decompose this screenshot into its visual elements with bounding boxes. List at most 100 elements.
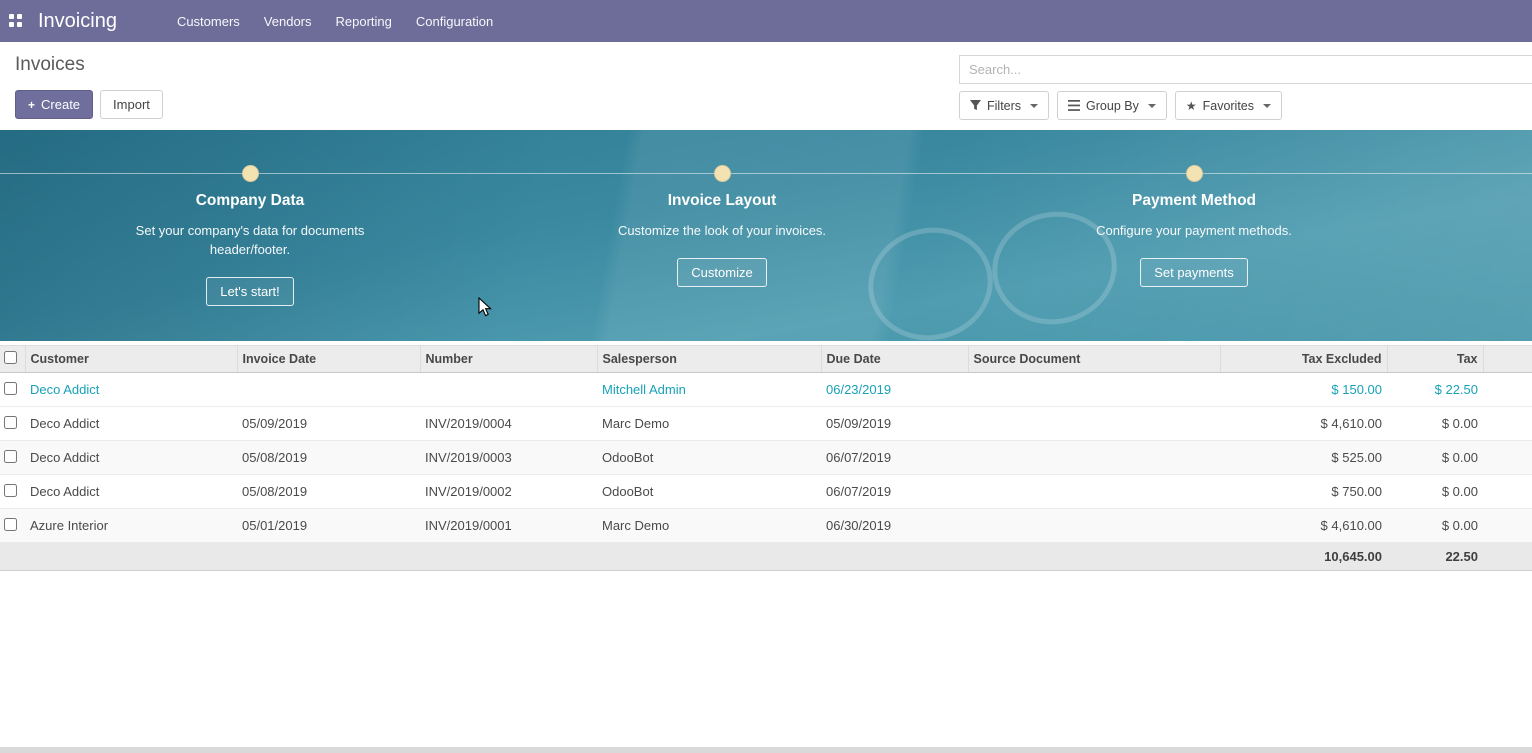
cell-number[interactable]: INV/2019/0002 [420,475,597,509]
apps-icon-square [9,14,14,19]
cell-salesperson[interactable]: Marc Demo [597,407,821,441]
row-checkbox[interactable] [4,382,17,395]
cell-tax-excluded[interactable]: $ 525.00 [1220,441,1387,475]
cell-salesperson[interactable]: Mitchell Admin [597,373,821,407]
cell-due-date[interactable]: 06/23/2019 [821,373,968,407]
cell-customer[interactable]: Deco Addict [25,475,237,509]
table-row[interactable]: Deco Addict Mitchell Admin 06/23/2019 $ … [0,373,1532,407]
cell-tax-excluded[interactable]: $ 4,610.00 [1220,407,1387,441]
search-panel: Filters Group By ★ Favorites [959,55,1532,120]
total-tax: 22.50 [1387,543,1483,571]
cell-tax-excluded[interactable]: $ 150.00 [1220,373,1387,407]
step-title: Invoice Layout [562,192,882,210]
cell-extra [1483,441,1532,475]
footer-extra [1483,543,1532,571]
cell-source-document[interactable] [968,509,1220,543]
cell-tax[interactable]: $ 22.50 [1387,373,1483,407]
cell-customer[interactable]: Deco Addict [25,441,237,475]
row-checkbox[interactable] [4,416,17,429]
table-footer-row: 10,645.00 22.50 [0,543,1532,571]
cell-tax-excluded[interactable]: $ 750.00 [1220,475,1387,509]
cell-select [0,509,25,543]
row-checkbox[interactable] [4,518,17,531]
column-invoice-date[interactable]: Invoice Date [237,346,420,373]
cell-due-date[interactable]: 05/09/2019 [821,407,968,441]
cell-select [0,407,25,441]
step-title: Payment Method [1034,192,1354,210]
import-button-label: Import [113,97,150,112]
select-all-checkbox[interactable] [4,351,17,364]
column-salesperson[interactable]: Salesperson [597,346,821,373]
cell-number[interactable]: INV/2019/0001 [420,509,597,543]
table-row[interactable]: Azure Interior 05/01/2019 INV/2019/0001 … [0,509,1532,543]
create-button[interactable]: + Create [15,90,93,119]
cell-tax[interactable]: $ 0.00 [1387,441,1483,475]
menu-customers[interactable]: Customers [165,2,252,41]
cell-source-document[interactable] [968,373,1220,407]
cell-source-document[interactable] [968,441,1220,475]
cell-number[interactable] [420,373,597,407]
cell-invoice-date[interactable]: 05/08/2019 [237,475,420,509]
cell-extra [1483,475,1532,509]
import-button[interactable]: Import [100,90,163,119]
group-by-label: Group By [1086,99,1139,113]
cell-salesperson[interactable]: OdooBot [597,441,821,475]
row-checkbox[interactable] [4,450,17,463]
cell-invoice-date[interactable] [237,373,420,407]
star-icon: ★ [1186,99,1197,113]
search-input[interactable] [959,55,1532,84]
column-tax[interactable]: Tax [1387,346,1483,373]
menu-vendors[interactable]: Vendors [252,2,324,41]
apps-menu-icon[interactable] [9,14,23,28]
invoice-table: Customer Invoice Date Number Salesperson… [0,345,1532,571]
cell-invoice-date[interactable]: 05/01/2019 [237,509,420,543]
row-checkbox[interactable] [4,484,17,497]
filters-dropdown[interactable]: Filters [959,91,1049,120]
cell-invoice-date[interactable]: 05/09/2019 [237,407,420,441]
group-by-icon [1068,100,1080,111]
cell-invoice-date[interactable]: 05/08/2019 [237,441,420,475]
step-description: Customize the look of your invoices. [605,222,840,241]
menu-reporting[interactable]: Reporting [324,2,404,41]
onboarding-step-dot [714,165,731,182]
cell-tax[interactable]: $ 0.00 [1387,509,1483,543]
set-payments-button[interactable]: Set payments [1140,258,1248,287]
total-tax-excluded: 10,645.00 [1220,543,1387,571]
apps-icon-square [17,22,22,27]
cell-customer[interactable]: Azure Interior [25,509,237,543]
cell-tax[interactable]: $ 0.00 [1387,407,1483,441]
customize-button[interactable]: Customize [677,258,766,287]
table-row[interactable]: Deco Addict 05/08/2019 INV/2019/0003 Odo… [0,441,1532,475]
horizontal-scrollbar[interactable] [0,747,1532,753]
cell-source-document[interactable] [968,407,1220,441]
column-due-date[interactable]: Due Date [821,346,968,373]
column-tax-excluded[interactable]: Tax Excluded [1220,346,1387,373]
menu-configuration[interactable]: Configuration [404,2,505,41]
cell-tax-excluded[interactable]: $ 4,610.00 [1220,509,1387,543]
cell-select [0,441,25,475]
column-number[interactable]: Number [420,346,597,373]
cell-number[interactable]: INV/2019/0003 [420,441,597,475]
favorites-dropdown[interactable]: ★ Favorites [1175,91,1282,120]
cell-due-date[interactable]: 06/07/2019 [821,475,968,509]
table-row[interactable]: Deco Addict 05/09/2019 INV/2019/0004 Mar… [0,407,1532,441]
group-by-dropdown[interactable]: Group By [1057,91,1167,120]
step-description: Configure your payment methods. [1077,222,1312,241]
column-customer[interactable]: Customer [25,346,237,373]
cell-tax[interactable]: $ 0.00 [1387,475,1483,509]
filters-label: Filters [987,99,1021,113]
lets-start-button[interactable]: Let's start! [206,277,294,306]
cell-salesperson[interactable]: OdooBot [597,475,821,509]
cell-due-date[interactable]: 06/30/2019 [821,509,968,543]
cell-due-date[interactable]: 06/07/2019 [821,441,968,475]
column-source-document[interactable]: Source Document [968,346,1220,373]
cell-salesperson[interactable]: Marc Demo [597,509,821,543]
cell-customer[interactable]: Deco Addict [25,373,237,407]
onboarding-banner: Company Data Set your company's data for… [0,130,1532,341]
table-row[interactable]: Deco Addict 05/08/2019 INV/2019/0002 Odo… [0,475,1532,509]
cell-source-document[interactable] [968,475,1220,509]
cell-number[interactable]: INV/2019/0004 [420,407,597,441]
app-title[interactable]: Invoicing [38,10,117,33]
cell-customer[interactable]: Deco Addict [25,407,237,441]
cell-select [0,475,25,509]
